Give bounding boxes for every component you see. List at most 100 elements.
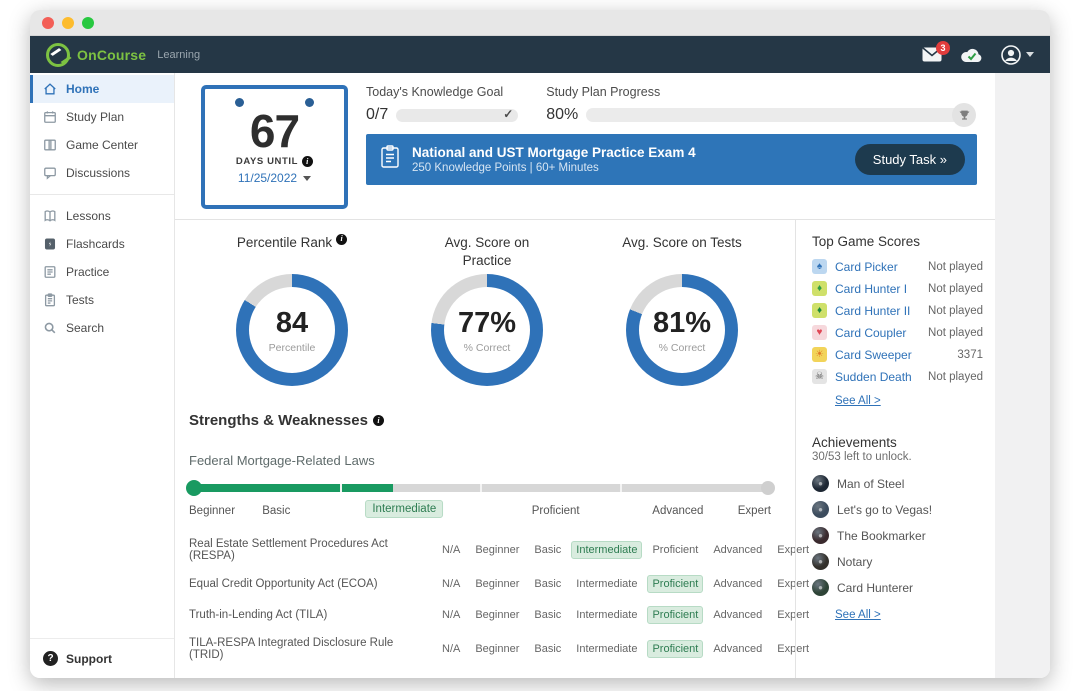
game-link[interactable]: Sudden Death xyxy=(835,370,928,384)
level-cell: Intermediate xyxy=(571,640,642,658)
top-game-scores-heading: Top Game Scores xyxy=(812,234,983,249)
game-score-list: ♠Card PickerNot played♦Card Hunter INot … xyxy=(812,259,983,384)
days-until-label: DAYS UNTIL i xyxy=(236,156,313,167)
strengths-table: Real Estate Settlement Procedures Act (R… xyxy=(189,538,785,661)
sidebar-divider xyxy=(30,194,174,195)
sidebar-item-discussions[interactable]: Discussions xyxy=(30,159,174,187)
sync-button[interactable] xyxy=(960,47,983,63)
support-label: Support xyxy=(66,652,112,666)
game-score-row: ☀Card Sweeper3371 xyxy=(812,347,983,362)
brand-logo[interactable]: OnCourse Learning xyxy=(46,43,200,67)
trophy-icon xyxy=(952,103,976,127)
study-task-button[interactable]: Study Task » xyxy=(855,144,965,175)
level-cell: Basic xyxy=(529,606,566,624)
info-icon[interactable]: i xyxy=(336,234,347,245)
study-plan-progress-label: Study Plan Progress xyxy=(546,85,977,99)
sidebar-item-label: Lessons xyxy=(66,209,111,223)
game-link[interactable]: Card Hunter II xyxy=(835,304,928,318)
see-all-achievements-link[interactable]: See All > xyxy=(835,609,881,621)
table-row: Truth-in-Lending Act (TILA)N/ABeginnerBa… xyxy=(189,606,785,624)
sidebar-item-study-plan[interactable]: Study Plan xyxy=(30,103,174,131)
zoom-window-button[interactable] xyxy=(82,17,94,29)
game-score-value: Not played xyxy=(928,371,983,383)
game-link[interactable]: Card Hunter I xyxy=(835,282,928,296)
achievement-row: ●Card Hunterer xyxy=(812,579,983,596)
game-link[interactable]: Card Coupler xyxy=(835,326,928,340)
knowledge-goal-group: Today's Knowledge Goal 0/7 ✓ xyxy=(366,85,518,124)
scale-label: Intermediate xyxy=(365,500,443,518)
knowledge-goal-label: Today's Knowledge Goal xyxy=(366,85,518,99)
sidebar-item-tests[interactable]: Tests xyxy=(30,286,174,314)
oncourse-logo-icon xyxy=(46,43,70,67)
topic-name: Equal Credit Opportunity Act (ECOA) xyxy=(189,578,437,590)
level-cell-active: Proficient xyxy=(647,575,703,593)
check-icon: ✓ xyxy=(503,107,513,121)
study-task-banner: National and UST Mortgage Practice Exam … xyxy=(366,134,977,185)
achievement-row: ●Man of Steel xyxy=(812,475,983,492)
strengths-slider xyxy=(189,484,771,492)
cloud-check-icon xyxy=(960,47,983,63)
days-until-number: 67 xyxy=(250,107,299,155)
knowledge-goal-progressbar: ✓ xyxy=(396,109,518,122)
achievement-name: Card Hunterer xyxy=(837,581,913,595)
percentile-rank-gauge: Percentile Ranki 84 Percentile xyxy=(201,234,383,386)
game-score-value: Not played xyxy=(928,327,983,339)
sidebar: Home Study Plan Game Center Discussions … xyxy=(30,73,175,678)
donut-chart: 84 Percentile xyxy=(236,274,348,386)
account-menu[interactable] xyxy=(1001,45,1034,65)
card-sweeper-icon: ☀ xyxy=(812,347,827,362)
game-cards-icon xyxy=(43,138,57,152)
level-cell: Basic xyxy=(529,541,566,559)
gauge-sublabel: % Correct xyxy=(464,342,511,354)
gauges-row: Percentile Ranki 84 Percentile Avg. Scor… xyxy=(189,234,785,386)
sidebar-item-home[interactable]: Home xyxy=(30,75,174,103)
flashcard-icon xyxy=(43,237,57,251)
level-cell-active: Proficient xyxy=(647,640,703,658)
achievement-list: ●Man of Steel●Let's go to Vegas!●The Boo… xyxy=(812,475,983,596)
see-all-games-link[interactable]: See All > xyxy=(835,395,881,407)
scale-label: Basic xyxy=(262,505,290,517)
avg-tests-gauge: Avg. Score on Tests 81% % Correct xyxy=(591,234,773,386)
minimize-window-button[interactable] xyxy=(62,17,74,29)
sidebar-item-label: Discussions xyxy=(66,166,130,180)
book-icon xyxy=(43,209,57,223)
card-picker-icon: ♠ xyxy=(812,259,827,274)
sidebar-item-label: Practice xyxy=(66,265,109,279)
level-cell: Intermediate xyxy=(571,606,642,624)
chevron-down-icon xyxy=(1026,52,1034,57)
game-link[interactable]: Card Sweeper xyxy=(835,348,957,362)
notary-badge: ● xyxy=(812,553,829,570)
game-link[interactable]: Card Picker xyxy=(835,260,928,274)
exam-date-dropdown[interactable]: 11/25/2022 xyxy=(238,171,311,185)
topic-name: Truth-in-Lending Act (TILA) xyxy=(189,609,437,621)
info-icon[interactable]: i xyxy=(302,156,313,167)
home-icon xyxy=(43,82,57,96)
practice-list-icon xyxy=(43,265,57,279)
card-coupler-icon: ♥ xyxy=(812,325,827,340)
level-cell: Basic xyxy=(529,575,566,593)
topic-name: Real Estate Settlement Procedures Act (R… xyxy=(189,538,437,562)
question-icon: ? xyxy=(43,651,58,666)
brand-suffix: Learning xyxy=(157,49,200,61)
days-until-card: 67 DAYS UNTIL i 11/25/2022 xyxy=(201,85,348,209)
messages-button[interactable]: 3 xyxy=(922,47,942,62)
bookmarker-badge: ● xyxy=(812,527,829,544)
chevron-down-icon xyxy=(303,176,311,181)
app-window: OnCourse Learning 3 Home xyxy=(30,10,1050,678)
scale-label: Expert xyxy=(738,505,771,517)
support-button[interactable]: ? Support xyxy=(30,638,174,678)
achievement-name: Man of Steel xyxy=(837,477,904,491)
sidebar-item-game-center[interactable]: Game Center xyxy=(30,131,174,159)
sidebar-item-lessons[interactable]: Lessons xyxy=(30,202,174,230)
study-plan-progress-value: 80% xyxy=(546,106,578,124)
info-icon[interactable]: i xyxy=(373,415,384,426)
game-score-row: ♠Card PickerNot played xyxy=(812,259,983,274)
strengths-slider-fill xyxy=(189,484,393,492)
sidebar-item-practice[interactable]: Practice xyxy=(30,258,174,286)
slider-scale-labels: BeginnerBasicIntermediateProficientAdvan… xyxy=(189,502,771,524)
sidebar-item-flashcards[interactable]: Flashcards xyxy=(30,230,174,258)
sidebar-item-search[interactable]: Search xyxy=(30,314,174,342)
game-score-row: ☠Sudden DeathNot played xyxy=(812,369,983,384)
achievement-name: The Bookmarker xyxy=(837,529,926,543)
close-window-button[interactable] xyxy=(42,17,54,29)
